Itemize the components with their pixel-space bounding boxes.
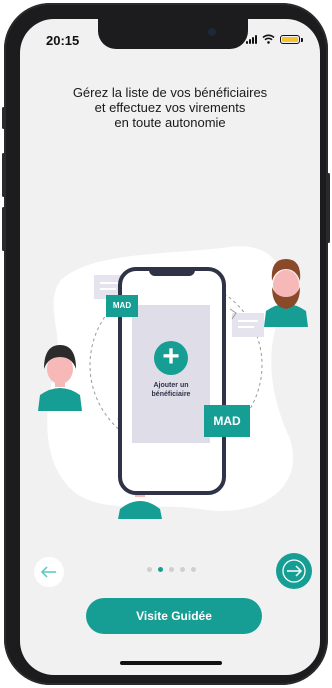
currency-badge-small: MAD xyxy=(106,295,138,317)
page-indicator xyxy=(147,567,196,572)
app-screen: 20:15 Gérez la liste de vos bénéficiaire… xyxy=(20,19,320,675)
page-dot[interactable] xyxy=(169,567,174,572)
phone-mockup-notch xyxy=(149,267,195,276)
arrow-right-icon xyxy=(282,559,306,583)
arrow-left-icon xyxy=(40,566,56,578)
mute-switch xyxy=(2,107,5,129)
add-beneficiary-label-line-1: Ajouter un xyxy=(153,382,189,389)
currency-badge-large: MAD xyxy=(204,405,250,437)
previous-button[interactable] xyxy=(34,557,64,587)
page-dot[interactable] xyxy=(147,567,152,572)
add-beneficiary-label-line-2: bénéficiaire xyxy=(151,391,191,398)
power-button xyxy=(327,173,330,243)
volume-up-button xyxy=(2,153,5,197)
add-beneficiary-label: Ajouter un bénéficiaire xyxy=(140,381,202,399)
guided-tour-button[interactable]: Visite Guidée xyxy=(86,598,262,634)
add-icon: + xyxy=(154,341,188,375)
home-indicator[interactable] xyxy=(120,661,222,665)
next-button[interactable] xyxy=(276,553,312,589)
volume-down-button xyxy=(2,207,5,251)
page-dot-active[interactable] xyxy=(158,567,163,572)
device-frame: 20:15 Gérez la liste de vos bénéficiaire… xyxy=(2,3,330,685)
page-dot[interactable] xyxy=(191,567,196,572)
message-card-right xyxy=(232,313,264,337)
page-dot[interactable] xyxy=(180,567,185,572)
